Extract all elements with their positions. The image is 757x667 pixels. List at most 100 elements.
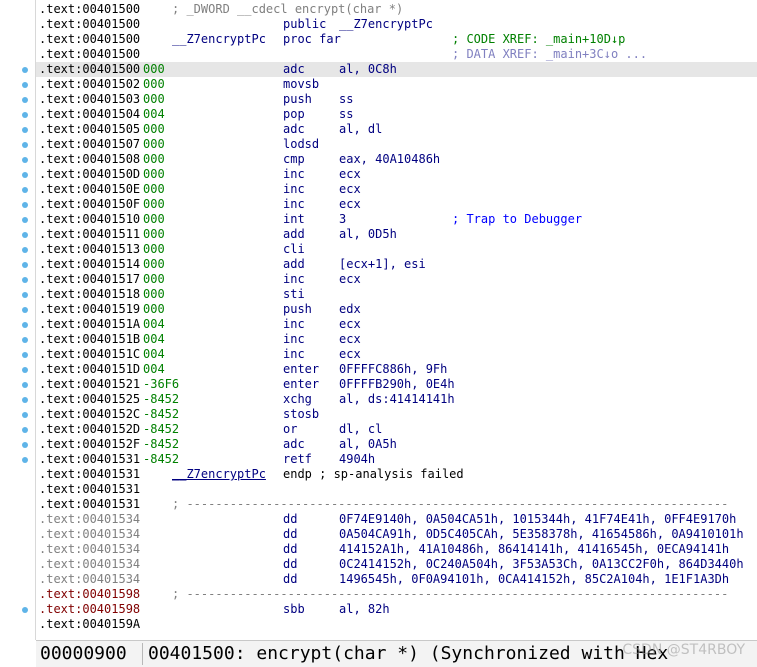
breakpoint-dot-icon[interactable]: [22, 442, 28, 448]
address[interactable]: .text:00401511: [39, 227, 140, 242]
operands[interactable]: 0A504CA91h, 0D5C405CAh, 5E358378h, 41654…: [339, 527, 744, 542]
mnemonic[interactable]: inc: [283, 332, 305, 347]
operands[interactable]: __Z7encryptPc: [339, 17, 433, 32]
mnemonic[interactable]: sbb: [283, 602, 305, 617]
operands[interactable]: edx: [339, 302, 361, 317]
operands[interactable]: ecx: [339, 182, 361, 197]
function-label[interactable]: __Z7encryptPc: [172, 32, 266, 47]
mnemonic[interactable]: adc: [283, 122, 305, 137]
breakpoint-dot-icon[interactable]: [22, 112, 28, 118]
code-xref[interactable]: ; CODE XREF: _main+10D↓p: [452, 32, 625, 47]
listing-row[interactable]: .text:00401534 dd 0C2414152h, 0C240A504h, …: [36, 557, 757, 572]
mnemonic[interactable]: inc: [283, 347, 305, 362]
address[interactable]: .text:0040150D: [39, 167, 140, 182]
address[interactable]: .text:00401525: [39, 392, 140, 407]
disassembly-listing[interactable]: .text:00401500 ; _DWORD __cdecl encrypt(c…: [36, 2, 757, 638]
mnemonic[interactable]: stosb: [283, 407, 319, 422]
mnemonic[interactable]: proc far: [283, 32, 341, 47]
address[interactable]: .text:0040152C: [39, 407, 140, 422]
listing-row[interactable]: .text:00401513 000 cli: [36, 242, 757, 257]
listing-row[interactable]: .text:00401504 004 pop ss: [36, 107, 757, 122]
listing-row[interactable]: .text:00401505 000 adc al, dl: [36, 122, 757, 137]
breakpoint-dot-icon[interactable]: [22, 307, 28, 313]
address[interactable]: .text:0040151C: [39, 347, 140, 362]
listing-row[interactable]: .text:00401500 public __Z7encryptPc: [36, 17, 757, 32]
mnemonic[interactable]: inc: [283, 272, 305, 287]
address[interactable]: .text:00401531: [39, 452, 140, 467]
listing-row[interactable]: .text:00401531: [36, 482, 757, 497]
mnemonic[interactable]: cmp: [283, 152, 305, 167]
mnemonic[interactable]: dd: [283, 512, 297, 527]
breakpoint-dot-icon[interactable]: [22, 202, 28, 208]
address[interactable]: .text:00401514: [39, 257, 140, 272]
breakpoint-dot-icon[interactable]: [22, 412, 28, 418]
mnemonic[interactable]: enter: [283, 377, 319, 392]
data-xref[interactable]: ; DATA XREF: _main+3C↓o ...: [452, 47, 647, 62]
operands[interactable]: 0FFFFB290h, 0E4h: [339, 377, 455, 392]
address[interactable]: .text:00401500: [39, 17, 140, 32]
listing-row[interactable]: .text:00401508 000 cmp eax, 40A10486h: [36, 152, 757, 167]
listing-row[interactable]: .text:0040150E 000 inc ecx: [36, 182, 757, 197]
breakpoint-dot-icon[interactable]: [22, 262, 28, 268]
address[interactable]: .text:00401534: [39, 557, 140, 572]
mnemonic[interactable]: adc: [283, 62, 305, 77]
address[interactable]: .text:00401531: [39, 467, 140, 482]
listing-row[interactable]: .text:00401518 000 sti: [36, 287, 757, 302]
mnemonic[interactable]: cli: [283, 242, 305, 257]
address[interactable]: .text:00401508: [39, 152, 140, 167]
operands[interactable]: al, 82h: [339, 602, 390, 617]
operands[interactable]: 3: [339, 212, 346, 227]
address[interactable]: .text:00401534: [39, 527, 140, 542]
operands[interactable]: ss: [339, 107, 353, 122]
breakpoint-dot-icon[interactable]: [22, 142, 28, 148]
address[interactable]: .text:00401510: [39, 212, 140, 227]
address[interactable]: .text:00401500: [39, 2, 140, 17]
mnemonic[interactable]: push: [283, 302, 312, 317]
mnemonic[interactable]: public: [283, 17, 326, 32]
address[interactable]: .text:00401517: [39, 272, 140, 287]
mnemonic[interactable]: push: [283, 92, 312, 107]
listing-row[interactable]: .text:00401534 dd 0A504CA91h, 0D5C405CAh, …: [36, 527, 757, 542]
operands[interactable]: 0F74E9140h, 0A504CA51h, 1015344h, 41F74E…: [339, 512, 736, 527]
listing-row[interactable]: .text:0040151A 004 inc ecx: [36, 317, 757, 332]
mnemonic[interactable]: inc: [283, 182, 305, 197]
address[interactable]: .text:0040151D: [39, 362, 140, 377]
breakpoint-dot-icon[interactable]: [22, 247, 28, 253]
address[interactable]: .text:0040159A: [39, 617, 140, 632]
listing-row[interactable]: .text:00401503 000 push ss: [36, 92, 757, 107]
mnemonic[interactable]: pop: [283, 107, 305, 122]
address[interactable]: .text:0040150F: [39, 197, 140, 212]
listing-row[interactable]: .text:00401510 000 int 3 ; Trap to Debugger: [36, 212, 757, 227]
breakpoint-dot-icon[interactable]: [22, 337, 28, 343]
address[interactable]: .text:00401521: [39, 377, 140, 392]
mnemonic[interactable]: sti: [283, 287, 305, 302]
address[interactable]: .text:00401503: [39, 92, 140, 107]
address[interactable]: .text:0040150E: [39, 182, 140, 197]
operands[interactable]: ecx: [339, 272, 361, 287]
mnemonic[interactable]: lodsd: [283, 137, 319, 152]
address[interactable]: .text:00401519: [39, 302, 140, 317]
operands[interactable]: 414152A1h, 41A10486h, 86414141h, 4141654…: [339, 542, 729, 557]
mnemonic[interactable]: inc: [283, 317, 305, 332]
operands[interactable]: 1496545h, 0F0A94101h, 0CA414152h, 85C2A1…: [339, 572, 729, 587]
listing-row[interactable]: .text:00401534 dd 414152A1h, 41A10486h, 86…: [36, 542, 757, 557]
mnemonic[interactable]: add: [283, 227, 305, 242]
operands[interactable]: [ecx+1], esi: [339, 257, 426, 272]
listing-row[interactable]: .text:00401511 000 add al, 0D5h: [36, 227, 757, 242]
listing-row[interactable]: .text:00401519 000 push edx: [36, 302, 757, 317]
address[interactable]: .text:00401502: [39, 77, 140, 92]
breakpoint-dot-icon[interactable]: [22, 217, 28, 223]
operands[interactable]: ecx: [339, 332, 361, 347]
operands[interactable]: ecx: [339, 167, 361, 182]
breakpoint-dot-icon[interactable]: [22, 97, 28, 103]
mnemonic[interactable]: inc: [283, 197, 305, 212]
listing-row[interactable]: .text:00401598 ; ------------------------…: [36, 587, 757, 602]
address[interactable]: .text:00401534: [39, 542, 140, 557]
breakpoint-dot-icon[interactable]: [22, 67, 28, 73]
listing-row[interactable]: .text:0040152F -8452 adc al, 0A5h: [36, 437, 757, 452]
address[interactable]: .text:00401534: [39, 572, 140, 587]
listing-row[interactable]: .text:00401531 -8452 retf 4904h: [36, 452, 757, 467]
address[interactable]: .text:0040151B: [39, 332, 140, 347]
mnemonic[interactable]: dd: [283, 542, 297, 557]
mnemonic[interactable]: xchg: [283, 392, 312, 407]
